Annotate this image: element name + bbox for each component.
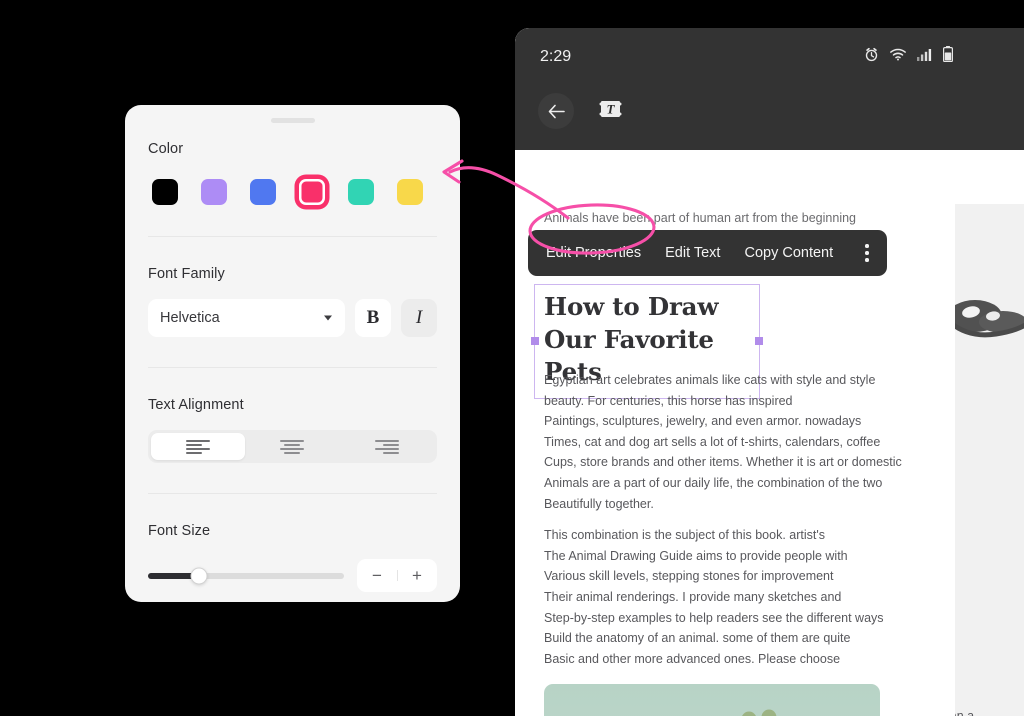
more-vertical-icon[interactable]	[865, 244, 869, 262]
color-swatch-black[interactable]	[152, 179, 178, 205]
font-size-section: Font Size − +	[125, 494, 460, 592]
align-left-button[interactable]	[151, 433, 246, 460]
status-bar-time: 2:29	[540, 48, 572, 65]
svg-text:T: T	[607, 101, 616, 116]
botanical-sprig-icon	[742, 709, 777, 716]
font-size-increase-button[interactable]: +	[397, 567, 437, 584]
app-toolbar: T	[515, 93, 625, 129]
color-swatch-teal[interactable]	[348, 179, 374, 205]
paragraph-2-line-5: Build the anatomy of an animal. some of …	[544, 631, 851, 646]
document-viewport[interactable]: Egyptian a beauty. Fo Animals have been …	[515, 150, 1024, 716]
align-right-icon	[374, 439, 399, 454]
context-menu-item-edit-text[interactable]: Edit Text	[665, 245, 720, 261]
bold-button[interactable]: B	[355, 299, 391, 337]
paragraph-2-line-3: Their animal renderings. I provide many …	[544, 589, 842, 604]
screenshot-stage: Color Font Family Helvetica B I Text Ali…	[0, 0, 1024, 716]
text-tool-icon: T	[599, 100, 622, 117]
paragraph-1-line-4: Cups, store brands and other items. Whet…	[544, 455, 902, 470]
color-swatch-pink[interactable]	[299, 179, 325, 205]
document-photo[interactable]	[544, 684, 880, 716]
color-swatch-blue[interactable]	[250, 179, 276, 205]
paragraph-1-line-3: Times, cat and dog art sells a lot of t-…	[544, 434, 881, 449]
paragraph-1-line-0: Egyptian art celebrates animals like cat…	[544, 373, 876, 387]
stepper-divider	[397, 570, 398, 581]
paragraph-2-line-4: Step-by-step examples to help readers se…	[544, 610, 884, 625]
wifi-icon	[890, 48, 906, 60]
font-size-row: − +	[148, 559, 437, 592]
battery-icon	[943, 46, 953, 62]
color-swatch-list	[152, 179, 437, 205]
paragraph-1-line-1: beauty. For centuries, this horse has in…	[544, 393, 793, 408]
paragraph-1-line-6: Beautifully together.	[544, 496, 654, 511]
font-family-row: Helvetica B I	[148, 299, 437, 337]
italic-button[interactable]: I	[401, 299, 437, 337]
paragraph-2-line-1: The Animal Drawing Guide aims to provide…	[544, 548, 848, 563]
color-swatch-purple[interactable]	[201, 179, 227, 205]
font-size-slider[interactable]	[148, 567, 344, 585]
properties-panel: Color Font Family Helvetica B I Text Ali…	[125, 105, 460, 602]
paragraph-2-line-0: This combination is the subject of this …	[544, 528, 825, 543]
paragraph-1-line-2: Paintings, sculptures, jewelry, and even…	[544, 414, 862, 429]
selection-handle-left[interactable]	[531, 337, 539, 346]
paragraph-2-line-2: Various skill levels, stepping stones fo…	[544, 569, 834, 584]
paragraph-2-line-6: Basic and other more advanced ones. Plea…	[544, 651, 841, 666]
dot-3	[865, 258, 869, 262]
context-menu: Edit Properties Edit Text Copy Content	[528, 230, 887, 276]
dot-1	[865, 244, 869, 248]
document-page-1[interactable]: Animals have been part of human art from…	[515, 150, 955, 716]
paragraph-1-line-5: Animals are a part of our daily life, th…	[544, 475, 883, 490]
status-bar: 2:29 T	[515, 28, 1024, 150]
align-center-icon	[280, 439, 305, 454]
slider-knob[interactable]	[190, 567, 208, 584]
document-intro-line: Animals have been part of human art from…	[544, 211, 856, 225]
paragraph-2: This combination is the subject of this …	[544, 525, 924, 669]
drag-handle[interactable]	[270, 118, 315, 123]
status-bar-icons	[864, 46, 953, 62]
align-left-icon	[186, 439, 211, 454]
back-arrow-icon	[548, 104, 565, 118]
font-family-label: Font Family	[148, 266, 225, 282]
selection-handle-right[interactable]	[755, 337, 763, 346]
font-size-label: Font Size	[148, 523, 211, 539]
paragraph-1: Egyptian art celebrates animals like cat…	[544, 370, 924, 514]
align-center-button[interactable]	[245, 433, 339, 460]
text-alignment-group	[148, 430, 437, 463]
cellular-signal-icon	[917, 48, 932, 61]
alarm-icon	[865, 47, 878, 61]
dot-2	[865, 251, 869, 255]
font-size-stepper: − +	[357, 559, 437, 592]
text-tool-button[interactable]: T	[596, 96, 625, 127]
context-menu-item-copy-content[interactable]: Copy Content	[744, 245, 833, 261]
chevron-down-icon	[324, 315, 332, 321]
color-swatch-yellow[interactable]	[397, 179, 423, 205]
phone-mockup: 2:29 T a Animals have been part of human…	[515, 28, 1024, 716]
back-button[interactable]	[538, 93, 574, 129]
font-family-value: Helvetica	[160, 310, 220, 326]
text-alignment-section: Text Alignment	[125, 368, 460, 463]
text-alignment-label: Text Alignment	[148, 397, 244, 413]
color-swatch-pink-inner	[302, 182, 322, 202]
document-body: Egyptian art celebrates animals like cat…	[544, 370, 924, 669]
context-menu-item-edit-properties[interactable]: Edit Properties	[546, 245, 641, 261]
font-size-decrease-button[interactable]: −	[357, 567, 397, 584]
font-family-section: Font Family Helvetica B I	[125, 237, 460, 337]
color-section-label: Color	[148, 141, 184, 157]
align-right-button[interactable]	[340, 433, 434, 460]
font-family-select[interactable]: Helvetica	[148, 299, 345, 337]
